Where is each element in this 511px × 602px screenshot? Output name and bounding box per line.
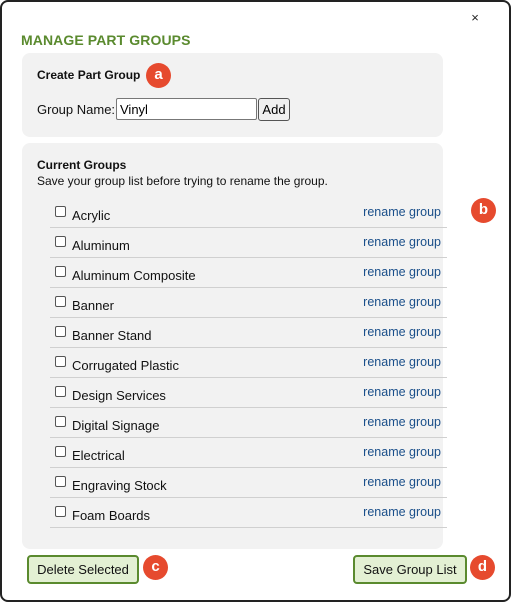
list-item: Banner rename group [50,288,447,318]
list-item: Design Services rename group [50,378,447,408]
rename-group-link[interactable]: rename group [363,385,441,399]
group-name: Aluminum Composite [72,268,196,283]
list-item: Acrylic rename group [50,198,447,228]
manage-part-groups-dialog: × MANAGE PART GROUPS Create Part Group G… [0,0,511,602]
annotation-badge-d: d [470,555,495,580]
list-item: Digital Signage rename group [50,408,447,438]
group-name: Foam Boards [72,508,151,523]
group-checkbox[interactable] [55,386,66,397]
list-item: Electrical rename group [50,438,447,468]
add-group-button[interactable]: Add [258,98,290,121]
list-item: Engraving Stock rename group [50,468,447,498]
create-part-group-panel: Create Part Group Group Name: Add [22,53,443,137]
group-checkbox[interactable] [55,506,66,517]
list-item: Corrugated Plastic rename group [50,348,447,378]
rename-group-link[interactable]: rename group [363,505,441,519]
group-checkbox[interactable] [55,296,66,307]
list-item: Banner Stand rename group [50,318,447,348]
rename-group-link[interactable]: rename group [363,265,441,279]
list-item: Aluminum Composite rename group [50,258,447,288]
group-name: Digital Signage [72,418,160,433]
group-name: Corrugated Plastic [72,358,179,373]
group-checkbox[interactable] [55,206,66,217]
group-name: Design Services [72,388,166,403]
group-name-input[interactable] [116,98,257,120]
group-name-label: Group Name: [37,102,116,117]
rename-group-link[interactable]: rename group [363,475,441,489]
group-checkbox[interactable] [55,266,66,277]
list-item: Aluminum rename group [50,228,447,258]
current-groups-heading: Current Groups [37,158,127,172]
annotation-badge-a: a [146,63,171,88]
group-list: Acrylic rename group Aluminum rename group A… [50,198,447,528]
rename-group-link[interactable]: rename group [363,415,441,429]
delete-selected-button[interactable]: Delete Selected [27,555,139,584]
rename-group-link[interactable]: rename group [363,325,441,339]
group-checkbox[interactable] [55,236,66,247]
group-name: Electrical [72,448,125,463]
rename-group-link[interactable]: rename group [363,235,441,249]
group-checkbox[interactable] [55,326,66,337]
rename-group-link[interactable]: rename group [363,355,441,369]
rename-note: Save your group list before trying to re… [37,174,328,188]
list-item: Foam Boards rename group [50,498,447,528]
create-part-group-heading: Create Part Group [37,68,141,82]
rename-group-link[interactable]: rename group [363,295,441,309]
close-icon[interactable]: × [468,11,482,25]
group-name: Acrylic [72,208,111,223]
group-name: Aluminum [72,238,130,253]
group-checkbox[interactable] [55,446,66,457]
group-name: Banner [72,298,114,313]
dialog-title: MANAGE PART GROUPS [21,32,191,48]
group-name: Banner Stand [72,328,152,343]
group-checkbox[interactable] [55,356,66,367]
annotation-badge-b: b [471,198,496,223]
group-checkbox[interactable] [55,476,66,487]
group-checkbox[interactable] [55,416,66,427]
save-group-list-button[interactable]: Save Group List [353,555,467,584]
group-name: Engraving Stock [72,478,167,493]
rename-group-link[interactable]: rename group [363,205,441,219]
annotation-badge-c: c [143,555,168,580]
current-groups-panel: Current Groups Save your group list befo… [22,143,447,549]
rename-group-link[interactable]: rename group [363,445,441,459]
